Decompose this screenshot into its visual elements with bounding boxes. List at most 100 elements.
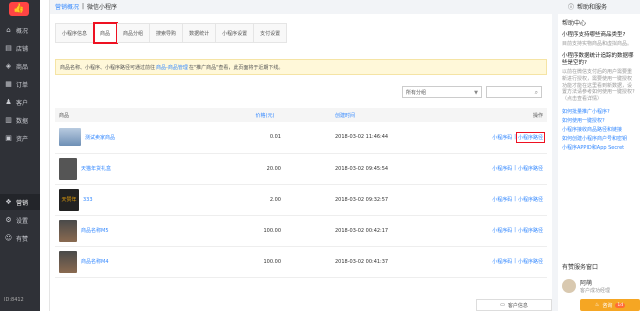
goods-thumbnail[interactable] [59, 157, 77, 180]
op-separator: | [514, 133, 516, 140]
nav-label: 客户 [16, 99, 29, 107]
path-link[interactable]: 小程序路径 [518, 258, 543, 265]
customer-info-button[interactable]: ▭ 客户信息 [476, 299, 552, 311]
help-center-heading: 帮助中心 [562, 20, 587, 27]
nav-label: 数据 [16, 117, 29, 125]
help-link[interactable]: 如何使用一键授权? [562, 117, 636, 124]
qrcode-link[interactable]: 小程序码 [492, 196, 512, 203]
path-link[interactable]: 小程序路径 [518, 227, 543, 234]
goods-icon: ◈ [5, 62, 12, 70]
qrcode-link[interactable]: 小程序码 [492, 165, 512, 172]
tab-miniapp-info[interactable]: 小程序信息 [55, 23, 95, 43]
table-row: 测试卖家商品 0.01 2018-03-02 11:46:44 小程序码 | 小程序… [55, 122, 547, 154]
help-panel-header: ⓘ 帮助和服务 [568, 0, 607, 12]
qrcode-link[interactable]: 小程序码 [492, 227, 512, 234]
nav-item-youzan[interactable]: ☺ 有赞 [0, 230, 40, 246]
goods-thumbnail[interactable]: 天赞年 [59, 188, 79, 211]
help-panel-title: 帮助和服务 [577, 3, 608, 11]
group-select[interactable]: 所有分组 ▼ [402, 86, 482, 98]
goods-thumbnail[interactable] [59, 219, 77, 242]
nav-item-customer[interactable]: ♟ 客户 [0, 94, 40, 110]
op-separator: | [514, 258, 516, 264]
nav-item-overview[interactable]: ⌂ 概况 [0, 22, 40, 38]
tab-payment-settings[interactable]: 支付设置 [254, 23, 288, 43]
breadcrumb-separator: | [82, 2, 85, 10]
chat-icon: ▭ [500, 302, 505, 308]
main-nav: 👍 ⌂ 概况 ▤ 店铺 ◈ 商品 ▦ 订单 ♟ 客户 ▥ 数据 ▣ 资产 ❖ 营销 ⚙ 设置 ☺ 有… [0, 0, 40, 311]
help-link[interactable]: 如何批量推广小程序? [562, 108, 636, 115]
home-icon: ⌂ [6, 26, 11, 34]
agent-role: 客户成功经理 [580, 288, 611, 294]
notice-text: 商品名称、小程序、小程序路径可通过前往 [60, 64, 156, 71]
tab-goods-group[interactable]: 商品分组 [117, 23, 151, 43]
help-answer: 目前支持实物商品和虚拟商品。 [562, 41, 633, 48]
nav-item-marketing[interactable]: ❖ 营销 [0, 194, 40, 210]
goods-name-link[interactable]: 333 [83, 197, 93, 203]
goods-created-time: 2018-03-02 09:32:57 [285, 184, 435, 216]
youzan-logo-icon[interactable]: 👍 [9, 2, 29, 16]
goods-name-link[interactable]: 商品名称M5 [81, 227, 109, 234]
shop-id: ID:8412 [4, 297, 24, 303]
col-price[interactable]: 价格(元) [245, 108, 285, 122]
page-title: 微信小程序 [87, 3, 118, 11]
nav-item-data[interactable]: ▥ 数据 [0, 112, 40, 128]
nav-item-goods[interactable]: ◈ 商品 [0, 58, 40, 74]
col-ops: 操作 [435, 108, 547, 122]
nav-item-order[interactable]: ▦ 订单 [0, 76, 40, 92]
path-link[interactable]: 小程序路径 [515, 131, 546, 143]
col-time[interactable]: 创建时间 [285, 108, 435, 122]
notice-goods-link[interactable]: 商品-商品管理 [156, 64, 188, 71]
notice-banner: 商品名称、小程序、小程序路径可通过前往 商品-商品管理 在"推广商品"查看，此页… [55, 59, 547, 75]
breadcrumb-parent-link[interactable]: 营销概况 [55, 2, 79, 11]
service-window-title: 有赞服务窗口 [562, 264, 599, 271]
goods-name-link[interactable]: 天猫年货礼盒 [81, 165, 111, 172]
qrcode-link[interactable]: 小程序码 [492, 258, 512, 265]
service-agent[interactable]: 阿萌 客户成功经理 [562, 278, 610, 294]
col-time-label: 创建时间 [335, 112, 356, 119]
goods-thumbnail[interactable] [59, 250, 77, 273]
goods-name-link[interactable]: 测试卖家商品 [85, 134, 115, 141]
search-icon[interactable]: ⌕ [535, 89, 538, 97]
help-circle-icon: ⓘ [568, 3, 575, 11]
goods-price: 0.01 [245, 122, 285, 154]
tab-miniapp-settings[interactable]: 小程序设置 [216, 23, 255, 43]
order-icon: ▦ [5, 80, 12, 88]
table-row: 商品名称M4 100.00 2018-03-02 00:41:37 小程序码 | 小… [55, 246, 547, 278]
search-input[interactable]: ⌕ [486, 86, 542, 98]
asset-icon: ▣ [5, 134, 12, 142]
help-link[interactable]: 小程序APPID和App Secret [562, 144, 636, 151]
nav-item-store[interactable]: ▤ 店铺 [0, 40, 40, 56]
data-icon: ▥ [5, 116, 12, 124]
goods-name-link[interactable]: 商品名称M4 [81, 258, 109, 265]
nav-item-settings[interactable]: ⚙ 设置 [0, 212, 40, 228]
breadcrumb: 营销概况 | 微信小程序 [55, 0, 117, 12]
help-link[interactable]: 如何创建小程序商户号和密钥 [562, 135, 636, 142]
goods-thumbnail[interactable] [59, 128, 81, 147]
help-question: 小程序数据统计追踪的数据哪些是空的? [562, 52, 634, 67]
flame-icon: ♨ [594, 302, 600, 308]
goods-price: 20.00 [245, 153, 285, 185]
tab-search-guide[interactable]: 搜索导购 [150, 23, 184, 43]
qrcode-link[interactable]: 小程序码 [492, 134, 512, 141]
path-link[interactable]: 小程序路径 [518, 196, 543, 203]
goods-created-time: 2018-03-02 11:46:44 [285, 122, 435, 154]
help-question: 小程序支持哪些商品类型? [562, 32, 626, 38]
main-panel: 小程序信息 商品 商品分组 搜索导购 数据统计 小程序设置 支付设置 商品名称、… [50, 14, 552, 311]
nav-item-asset[interactable]: ▣ 资产 [0, 130, 40, 146]
col-goods: 商品 [55, 108, 245, 122]
customer-info-label: 客户信息 [507, 302, 528, 309]
sub-nav [40, 0, 50, 311]
nav-label: 营销 [16, 199, 29, 207]
tab-data-stats[interactable]: 数据统计 [183, 23, 217, 43]
youzan-icon: ☺ [4, 234, 13, 242]
table-row: 天猫年货礼盒 20.00 2018-03-02 09:45:54 小程序码 | 小程… [55, 153, 547, 185]
nav-label: 店铺 [16, 45, 29, 53]
help-link[interactable]: 小程序接收商品路径和链接 [562, 126, 636, 133]
tab-goods[interactable]: 商品 [93, 22, 119, 44]
nav-label: 商品 [16, 63, 29, 71]
consult-button[interactable]: ♨ 咨询 1d [580, 299, 640, 311]
avatar [562, 279, 576, 293]
path-link[interactable]: 小程序路径 [518, 165, 543, 172]
marketing-icon: ❖ [5, 198, 12, 206]
store-icon: ▤ [5, 44, 12, 52]
